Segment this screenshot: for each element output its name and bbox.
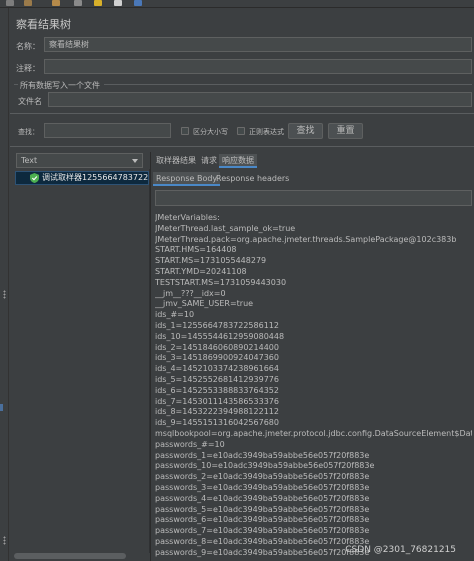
tab-response-body[interactable]: Response Body xyxy=(153,172,221,186)
response-line: ids_8=1453222394988122112 xyxy=(155,407,279,417)
toolbar-icon-6[interactable] xyxy=(114,0,122,6)
tree-item-debug-sampler[interactable]: 调试取样器1255664783722586 xyxy=(15,171,149,185)
watermark: CSDN @2301_76821215 xyxy=(345,545,456,555)
section-divider xyxy=(10,113,474,114)
renderer-select[interactable]: Text xyxy=(16,153,143,168)
response-line: ids_10=1455544612959080448 xyxy=(155,331,285,341)
response-body-text: JMeterVariables: JMeterThread.last_sample… xyxy=(155,213,472,559)
horizontal-scrollbar[interactable] xyxy=(14,553,126,559)
search-input[interactable] xyxy=(44,123,171,138)
splitter-grip-icon[interactable] xyxy=(3,290,6,299)
toolbar-icon-1[interactable] xyxy=(6,0,14,6)
chevron-down-icon xyxy=(132,159,138,163)
response-line: passwords_4=e10adc3949ba59abbe56e057f20f… xyxy=(155,493,370,503)
response-line: ids_3=1451869900924047360 xyxy=(155,353,279,363)
response-line: passwords_#=10 xyxy=(155,439,225,449)
response-line: ids_6=1452553388833764352 xyxy=(155,385,279,395)
response-line: START.YMD=20241108 xyxy=(155,266,247,276)
response-line: ids_5=1452552681412939776 xyxy=(155,374,279,384)
group-border xyxy=(104,84,472,85)
response-line: ids_2=1451846060890214400 xyxy=(155,342,279,352)
response-line: passwords_3=e10adc3949ba59abbe56e057f20f… xyxy=(155,482,370,492)
splitter-grip-icon[interactable] xyxy=(3,536,6,545)
write-all-label: 所有数据写入一个文件 xyxy=(20,81,100,90)
response-line: START.HMS=164408 xyxy=(155,245,237,255)
toolbar-icon-7[interactable] xyxy=(134,0,142,6)
tree-item-label: 调试取样器1255664783722586 xyxy=(42,173,149,182)
section-divider xyxy=(10,146,474,147)
response-line: __jm__???__idx=0 xyxy=(155,288,226,298)
response-line: passwords_5=e10adc3949ba59abbe56e057f20f… xyxy=(155,504,370,514)
search-label: 查找： xyxy=(18,128,39,136)
response-line: passwords_2=e10adc3949ba59abbe56e057f20f… xyxy=(155,472,370,482)
response-line: passwords_10=e10adc3949ba59abbe56e057f20… xyxy=(155,461,375,471)
response-line: JMeterVariables: xyxy=(155,213,220,222)
left-splitter[interactable] xyxy=(0,8,9,561)
toolbar-icon-2[interactable] xyxy=(24,0,32,6)
response-line: START.MS=1731055448279 xyxy=(155,256,267,266)
toolbar-icon-5[interactable] xyxy=(94,0,102,6)
case-sensitive-checkbox[interactable] xyxy=(181,127,189,135)
response-line: __jmv_SAME_USER=true xyxy=(155,299,254,309)
success-shield-icon xyxy=(30,172,39,183)
response-line: passwords_1=e10adc3949ba59abbe56e057f20f… xyxy=(155,450,370,460)
response-line: ids_#=10 xyxy=(155,310,195,320)
response-search-field[interactable] xyxy=(155,190,472,206)
tab-sampler-result[interactable]: 取样器结果 xyxy=(153,154,199,168)
name-field[interactable]: 察看结果树 xyxy=(44,37,472,52)
case-sensitive-label: 区分大小写 xyxy=(193,128,228,136)
comment-field[interactable] xyxy=(44,59,472,74)
response-line: ids_4=1452103374238961664 xyxy=(155,364,279,374)
tab-request[interactable]: 请求 xyxy=(198,154,220,168)
toolbar-icon-3[interactable] xyxy=(52,0,60,6)
result-tree[interactable] xyxy=(14,169,150,553)
vertical-splitter[interactable] xyxy=(150,152,151,561)
regex-checkbox[interactable] xyxy=(237,127,245,135)
find-button[interactable]: 查找 xyxy=(288,123,323,139)
filename-label: 文件名 xyxy=(18,97,42,106)
response-line: passwords_7=e10adc3949ba59abbe56e057f20f… xyxy=(155,526,370,536)
filename-field[interactable] xyxy=(48,92,472,107)
name-label: 名称： xyxy=(16,42,40,51)
regex-label: 正则表达式 xyxy=(249,128,284,136)
response-line: ids_1=1255664783722586112 xyxy=(155,320,279,330)
response-line: passwords_6=e10adc3949ba59abbe56e057f20f… xyxy=(155,515,370,525)
response-line: ids_9=1455151316042567680 xyxy=(155,418,279,428)
gutter-marker xyxy=(0,404,3,411)
renderer-select-value: Text xyxy=(21,156,38,165)
response-line: JMeterThread.pack=org.apache.jmeter.thre… xyxy=(155,234,457,244)
response-line: ids_7=1453011143586533376 xyxy=(155,396,279,406)
toolbar xyxy=(0,0,474,8)
page-title: 察看结果树 xyxy=(16,18,71,31)
response-line: msqlbookpool=org.apache.jmeter.protocol.… xyxy=(155,428,472,438)
toolbar-icon-4[interactable] xyxy=(74,0,82,6)
response-line: JMeterThread.last_sample_ok=true xyxy=(155,223,296,233)
comment-label: 注释： xyxy=(16,64,40,73)
group-border xyxy=(14,84,18,85)
tab-response-headers[interactable]: Response headers xyxy=(213,172,292,186)
reset-button[interactable]: 重置 xyxy=(328,123,363,139)
response-line: TESTSTART.MS=1731059443030 xyxy=(155,277,287,287)
tab-response-data[interactable]: 响应数据 xyxy=(219,154,257,168)
